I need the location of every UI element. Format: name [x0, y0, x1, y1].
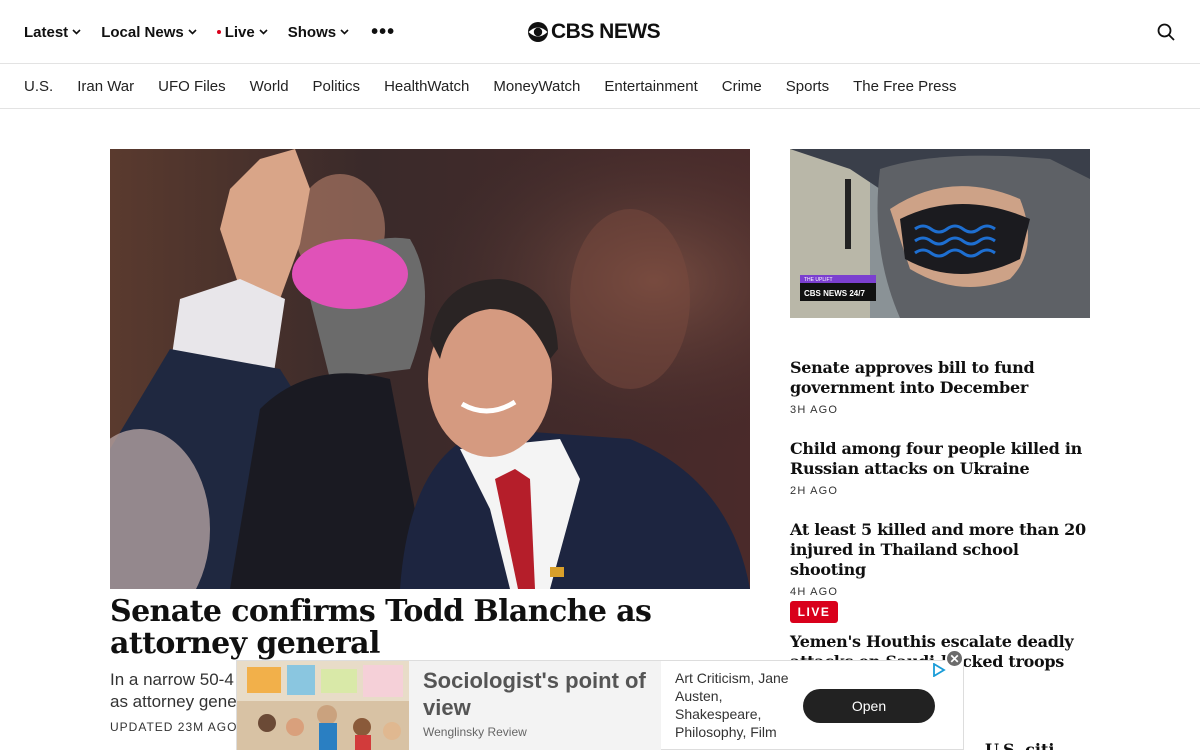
rail-story-headline[interactable]: Senate approves bill to fund government … — [790, 358, 1090, 398]
search-icon[interactable] — [1157, 23, 1175, 41]
rail-story-time: 3H AGO — [790, 404, 839, 416]
nav-local-news[interactable]: Local News — [101, 24, 197, 41]
ad-headline-box[interactable]: Sociologist's point of view Wenglinsky R… — [409, 661, 661, 750]
rail-story[interactable]: At least 5 killed and more than 20 injur… — [790, 520, 1090, 598]
ad-headline[interactable]: Sociologist's point of view — [423, 667, 647, 721]
rail-story[interactable]: Child among four people killed in Russia… — [790, 439, 1090, 497]
nav-live[interactable]: Live — [216, 23, 268, 41]
rail-video-thumbnail[interactable]: THE UPLIFT CBS NEWS 24/7 — [790, 149, 1090, 318]
chevron-down-icon — [72, 29, 81, 35]
section-link-sports[interactable]: Sports — [786, 78, 829, 95]
hero-image[interactable] — [110, 149, 750, 589]
section-link-moneywatch[interactable]: MoneyWatch — [493, 78, 580, 95]
rail-live-headline-line-1[interactable]: Yemen's Houthis escalate deadly — [790, 632, 1090, 652]
ad-open-button[interactable]: Open — [803, 689, 935, 723]
nav-live-label: Live — [224, 23, 255, 41]
ad-description: Art Criticism, Jane Austen, Shakespeare,… — [675, 670, 789, 740]
ad-close-icon[interactable]: ✕ — [945, 649, 964, 668]
live-badge: LIVE — [790, 601, 838, 623]
section-link-ufo-files[interactable]: UFO Files — [158, 78, 226, 95]
chevron-down-icon — [259, 29, 268, 35]
section-link-politics[interactable]: Politics — [313, 78, 361, 95]
nav-latest[interactable]: Latest — [24, 24, 81, 41]
rail-story-time: 2H AGO — [790, 485, 839, 497]
more-icon[interactable]: ••• — [371, 21, 395, 44]
hero-photo-illustration — [110, 149, 750, 589]
hero-timestamp: UPDATED 23M AGO — [110, 720, 238, 734]
rail-story-time: 4H AGO — [790, 586, 839, 598]
section-link-free-press[interactable]: The Free Press — [853, 78, 956, 95]
logo-text: CBS NEWS — [551, 20, 661, 43]
ad-image[interactable] — [237, 661, 409, 750]
nav-local-news-label: Local News — [101, 23, 184, 41]
rail-photo-illustration: THE UPLIFT CBS NEWS 24/7 — [790, 149, 1090, 318]
rail-story[interactable]: Senate approves bill to fund government … — [790, 358, 1090, 416]
section-link-healthwatch[interactable]: HealthWatch — [384, 78, 469, 95]
chevron-down-icon — [340, 29, 349, 35]
thumbnail-badge-bottom: CBS NEWS 24/7 — [804, 289, 865, 298]
section-link-us[interactable]: U.S. — [24, 78, 53, 95]
section-link-iran-war[interactable]: Iran War — [77, 78, 134, 95]
section-link-entertainment[interactable]: Entertainment — [604, 78, 697, 95]
cbs-news-logo[interactable]: CBS NEWS — [527, 20, 661, 44]
section-nav: U.S. Iran War UFO Files World Politics H… — [0, 64, 1200, 109]
thumbnail-badge-top: THE UPLIFT — [804, 277, 833, 283]
ad-source: Wenglinsky Review — [423, 725, 527, 739]
section-link-world[interactable]: World — [250, 78, 289, 95]
ad-banner[interactable]: Sociologist's point of view Wenglinsky R… — [236, 660, 964, 750]
hero-headline[interactable]: Senate confirms Todd Blanche as attorney… — [110, 596, 750, 660]
rail-story-peek[interactable]: U.S. citi — [985, 740, 1054, 750]
nav-shows[interactable]: Shows — [288, 24, 349, 41]
section-link-crime[interactable]: Crime — [722, 78, 762, 95]
primary-nav: Latest Local News Live Shows ••• — [24, 0, 395, 64]
cbs-eye-icon — [528, 22, 548, 42]
chevron-down-icon — [188, 29, 197, 35]
ad-photo-illustration — [237, 661, 409, 750]
live-dot-icon — [216, 30, 221, 34]
ad-choices-icon[interactable] — [932, 663, 946, 677]
top-bar: Latest Local News Live Shows ••• CBS NEW… — [0, 0, 1200, 64]
rail-story-headline[interactable]: Child among four people killed in Russia… — [790, 439, 1090, 479]
nav-latest-label: Latest — [24, 23, 69, 41]
rail-story-headline[interactable]: At least 5 killed and more than 20 injur… — [790, 520, 1090, 580]
nav-shows-label: Shows — [287, 23, 337, 41]
